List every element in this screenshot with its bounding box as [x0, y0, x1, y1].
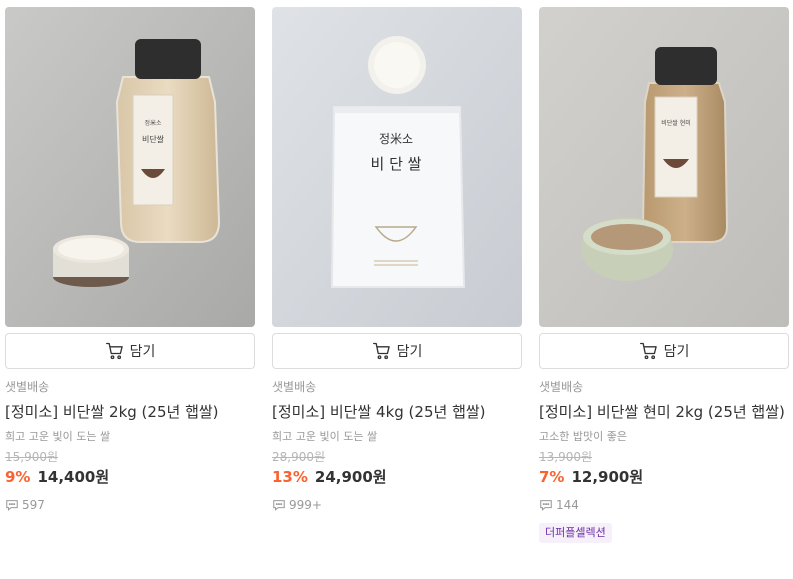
cart-icon [639, 342, 657, 360]
discount-rate: 13% [272, 468, 308, 486]
shipping-type: 샛별배송 [539, 380, 584, 394]
add-to-cart-button[interactable]: 담기 [272, 333, 522, 369]
collection-tag: 더퍼플셀렉션 [539, 523, 612, 543]
review-count: 999+ [272, 497, 522, 513]
product-image[interactable]: 정米소 비단쌀 [5, 7, 255, 327]
svg-text:비단쌀 현미: 비단쌀 현미 [661, 119, 691, 127]
sale-price: 12,900원 [571, 468, 644, 486]
speech-bubble-icon [273, 500, 285, 511]
svg-text:정米소: 정米소 [144, 119, 162, 127]
product-card[interactable]: 정米소 비 단 쌀 담기 샛별배송 [정미소] 비단쌀 4kg (25년 햅쌀)… [272, 7, 522, 513]
speech-bubble-icon [6, 500, 18, 511]
original-price: 13,900원 [539, 450, 593, 464]
shipping-type: 샛별배송 [5, 380, 50, 394]
product-name[interactable]: [정미소] 비단쌀 4kg (25년 햅쌀) [272, 401, 522, 424]
add-to-cart-button[interactable]: 담기 [5, 333, 255, 369]
product-image[interactable]: 정米소 비 단 쌀 [272, 7, 522, 327]
sale-price: 14,400원 [37, 468, 110, 486]
product-description: 희고 고운 빛이 도는 쌀 [272, 430, 378, 443]
cart-icon [372, 342, 390, 360]
original-price: 15,900원 [5, 450, 59, 464]
product-card[interactable]: 정米소 비단쌀 담기 샛별배송 [정미소] 비단쌀 2kg (25년 햅쌀) 희… [5, 7, 255, 513]
add-to-cart-button[interactable]: 담기 [539, 333, 789, 369]
review-count-value: 144 [556, 498, 579, 512]
product-name[interactable]: [정미소] 비단쌀 2kg (25년 햅쌀) [5, 401, 255, 424]
package-name: 비 단 쌀 [371, 155, 422, 173]
review-count-value: 999+ [289, 498, 322, 512]
product-description: 희고 고운 빛이 도는 쌀 [5, 430, 111, 443]
package-brand: 정米소 [379, 132, 413, 146]
price-row: 9% 14,400원 [5, 466, 255, 488]
add-to-cart-label: 담기 [663, 344, 690, 360]
review-count: 597 [5, 497, 255, 513]
product-description: 고소한 밥맛이 좋은 [539, 430, 627, 443]
add-to-cart-label: 담기 [396, 344, 423, 360]
discount-rate: 9% [5, 468, 31, 486]
review-count: 144 [539, 497, 789, 513]
price-row: 7% 12,900원 [539, 466, 789, 488]
sale-price: 24,900원 [314, 468, 387, 486]
speech-bubble-icon [540, 500, 552, 511]
add-to-cart-label: 담기 [129, 344, 156, 360]
product-name[interactable]: [정미소] 비단쌀 현미 2kg (25년 햅쌀) [539, 401, 789, 424]
price-row: 13% 24,900원 [272, 466, 522, 488]
original-price: 28,900원 [272, 450, 326, 464]
cart-icon [105, 342, 123, 360]
svg-text:비단쌀: 비단쌀 [142, 134, 165, 144]
review-count-value: 597 [22, 498, 45, 512]
product-card[interactable]: 비단쌀 현미 담기 샛별배송 [정미소] 비단쌀 현미 2kg (25년 햅쌀)… [539, 7, 789, 543]
discount-rate: 7% [539, 468, 565, 486]
shipping-type: 샛별배송 [272, 380, 317, 394]
product-image[interactable]: 비단쌀 현미 [539, 7, 789, 327]
